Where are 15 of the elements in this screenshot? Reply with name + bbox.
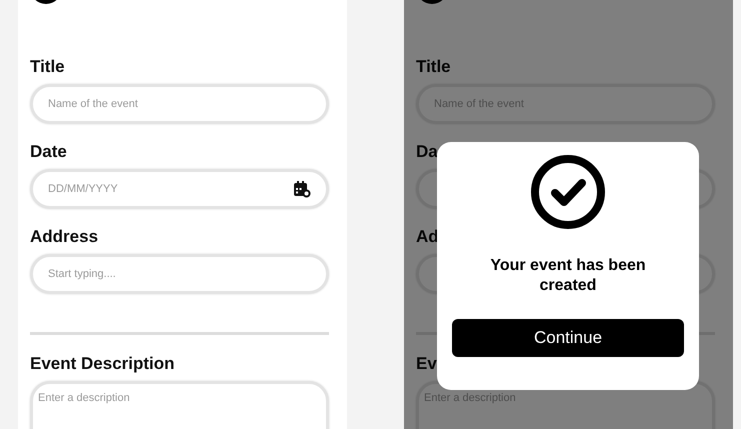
text-field[interactable]: Name of the event [30,84,329,124]
date-field[interactable]: DD/MM/YYYY [30,169,329,209]
success-message: Your event has been created [489,256,647,296]
field-label: Address [30,227,98,247]
description-field[interactable]: Enter a description [30,381,329,429]
field-label: Ev [416,354,437,374]
text-field[interactable]: Start typing.... [30,254,329,294]
field-label: Event Description [30,354,175,374]
continue-button[interactable]: Continue [452,319,684,357]
field-label: Title [416,57,451,77]
calendar-icon[interactable] [293,180,311,198]
field-label: Da [416,142,438,162]
field-label: Title [30,57,65,77]
checkmark-circle-icon [530,154,606,230]
field-label: Date [30,142,67,162]
